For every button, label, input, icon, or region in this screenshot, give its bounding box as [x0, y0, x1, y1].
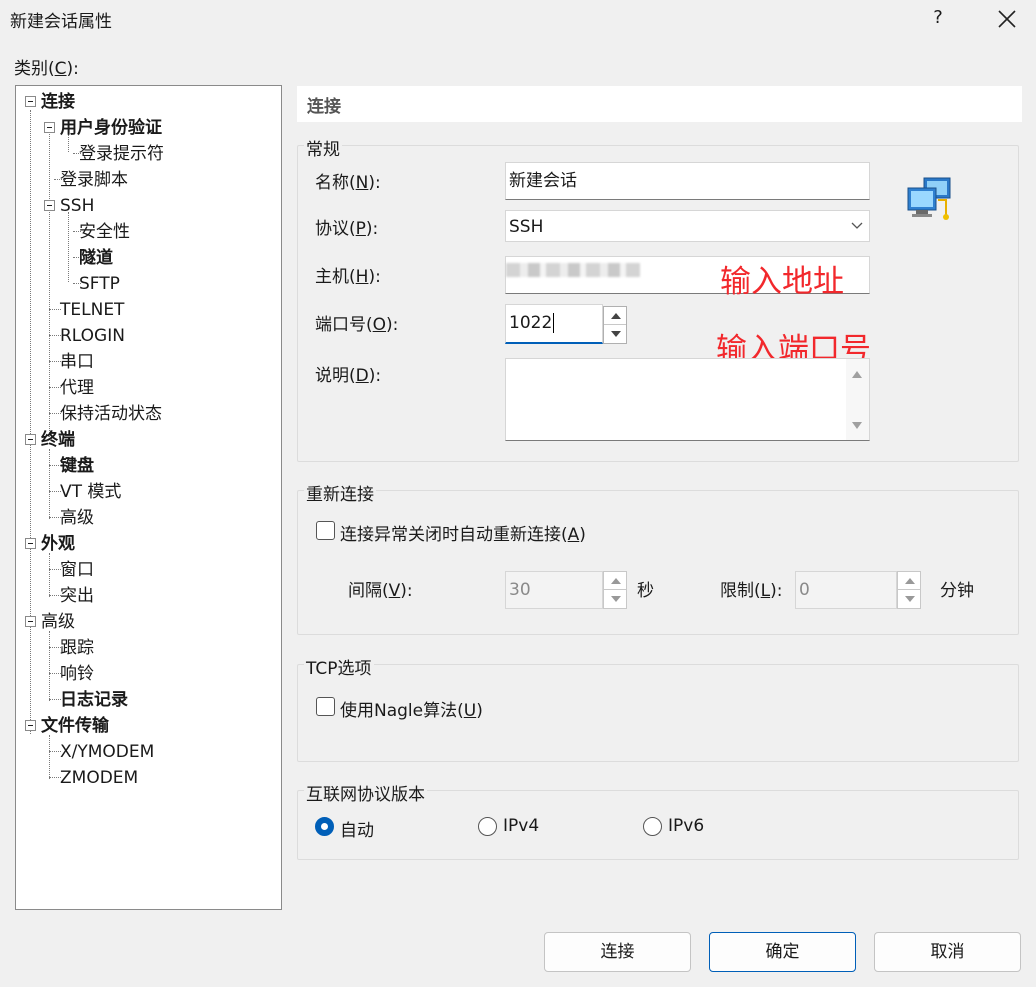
interval-spinner	[603, 571, 627, 609]
tree-item-telnet[interactable]: TELNET	[60, 298, 124, 322]
tree-item-keyboard[interactable]: 键盘	[60, 454, 94, 478]
tree-item-file-transfer[interactable]: 文件传输	[41, 714, 109, 738]
tree-item-vt-mode[interactable]: VT 模式	[60, 480, 121, 504]
port-up-button[interactable]	[604, 307, 626, 325]
radio-auto-label: 自动	[340, 821, 374, 841]
scroll-down-icon[interactable]	[852, 422, 862, 429]
tree-item-proxy[interactable]: 代理	[60, 376, 94, 400]
close-button[interactable]	[982, 0, 1032, 38]
tree-item-bell[interactable]: 响铃	[60, 662, 94, 686]
tree-item-window[interactable]: 窗口	[60, 558, 94, 582]
limit-input: 0	[795, 571, 897, 609]
tree-item-terminal[interactable]: 终端	[41, 428, 75, 452]
chevron-down-icon	[851, 222, 863, 229]
tree-item-highlight[interactable]: 突出	[60, 584, 94, 608]
auto-reconnect-label: 连接异常关闭时自动重新连接(A)	[340, 525, 586, 545]
radio-ipv6-label: IPv6	[668, 816, 705, 836]
tree-item-keepalive[interactable]: 保持活动状态	[60, 402, 162, 426]
general-group-label: 常规	[304, 135, 342, 160]
tree-item-auth[interactable]: 用户身份验证	[60, 116, 162, 140]
radio-ipv4-label: IPv4	[503, 816, 540, 836]
tree-item-advanced[interactable]: 高级	[41, 610, 75, 634]
auto-reconnect-checkbox[interactable]	[316, 521, 335, 540]
connect-button[interactable]: 连接	[544, 932, 691, 972]
tree-item-connection[interactable]: 连接	[41, 90, 75, 114]
redacted-host-text	[506, 263, 640, 277]
section-header: 连接	[297, 86, 1022, 122]
radio-auto[interactable]	[315, 817, 334, 836]
host-label: 主机(H):	[315, 267, 381, 287]
nagle-label: 使用Nagle算法(U)	[340, 701, 483, 721]
collapse-icon[interactable]	[44, 122, 55, 133]
description-scrollbar[interactable]	[846, 359, 869, 440]
interval-unit: 秒	[637, 581, 654, 601]
network-computers-icon	[907, 177, 951, 220]
tree-item-xymodem[interactable]: X/YMODEM	[60, 740, 154, 764]
tree-item-security[interactable]: 安全性	[79, 220, 130, 244]
close-icon	[998, 10, 1016, 28]
tree-item-ssh[interactable]: SSH	[60, 194, 94, 218]
reconnect-group	[297, 490, 1019, 635]
category-tree[interactable]: 连接 用户身份验证 登录提示符 登录脚本 SSH 安全性 隧道 SFTP TEL…	[15, 85, 282, 910]
limit-unit: 分钟	[940, 581, 974, 601]
port-input[interactable]: 1022	[505, 304, 603, 344]
protocol-select[interactable]: SSH	[505, 210, 870, 242]
collapse-icon[interactable]	[44, 200, 55, 211]
scroll-up-icon[interactable]	[852, 371, 862, 378]
port-spinner[interactable]	[603, 306, 627, 344]
collapse-icon[interactable]	[25, 434, 36, 445]
tree-item-tunnel[interactable]: 隧道	[79, 246, 113, 270]
section-title: 连接	[307, 97, 341, 117]
collapse-icon[interactable]	[25, 720, 36, 731]
description-label: 说明(D):	[315, 366, 382, 386]
interval-label: 间隔(V):	[348, 581, 413, 601]
cancel-button[interactable]: 取消	[874, 932, 1021, 972]
tree-item-rlogin[interactable]: RLOGIN	[60, 324, 125, 348]
title-bar: 新建会话属性 ?	[0, 0, 1036, 38]
protocol-label: 协议(P):	[315, 219, 379, 239]
tree-item-serial[interactable]: 串口	[60, 350, 94, 374]
tree-item-login-prompt[interactable]: 登录提示符	[79, 142, 164, 166]
name-input[interactable]: 新建会话	[505, 162, 870, 200]
tree-item-trace[interactable]: 跟踪	[60, 636, 94, 660]
radio-ipv6[interactable]	[643, 817, 662, 836]
tree-item-appearance[interactable]: 外观	[41, 532, 75, 556]
tree-item-zmodem[interactable]: ZMODEM	[60, 766, 138, 790]
tree-item-sftp[interactable]: SFTP	[79, 272, 120, 296]
tcp-group-label: TCP选项	[304, 654, 374, 679]
annotation-enter-address: 输入地址	[720, 264, 844, 300]
ip-version-group-label: 互联网协议版本	[304, 780, 427, 805]
help-button[interactable]: ?	[916, 0, 960, 38]
nagle-checkbox[interactable]	[316, 697, 335, 716]
category-label: 类别(C):	[14, 59, 79, 79]
collapse-icon[interactable]	[25, 96, 36, 107]
collapse-icon[interactable]	[25, 616, 36, 627]
name-label: 名称(N):	[315, 173, 381, 193]
limit-spinner	[897, 571, 921, 609]
limit-label: 限制(L):	[720, 581, 783, 601]
reconnect-group-label: 重新连接	[304, 480, 376, 505]
port-label: 端口号(O):	[315, 315, 399, 335]
description-textarea[interactable]	[505, 358, 870, 441]
radio-ipv4[interactable]	[478, 817, 497, 836]
tree-item-logging[interactable]: 日志记录	[60, 688, 128, 712]
protocol-value: SSH	[509, 217, 544, 237]
ok-button[interactable]: 确定	[709, 932, 856, 972]
tree-item-terminal-advanced[interactable]: 高级	[60, 506, 94, 530]
collapse-icon[interactable]	[25, 538, 36, 549]
interval-input: 30	[505, 571, 603, 609]
window-title: 新建会话属性	[10, 12, 112, 32]
tree-item-login-script[interactable]: 登录脚本	[60, 168, 128, 192]
port-down-button[interactable]	[604, 325, 626, 343]
